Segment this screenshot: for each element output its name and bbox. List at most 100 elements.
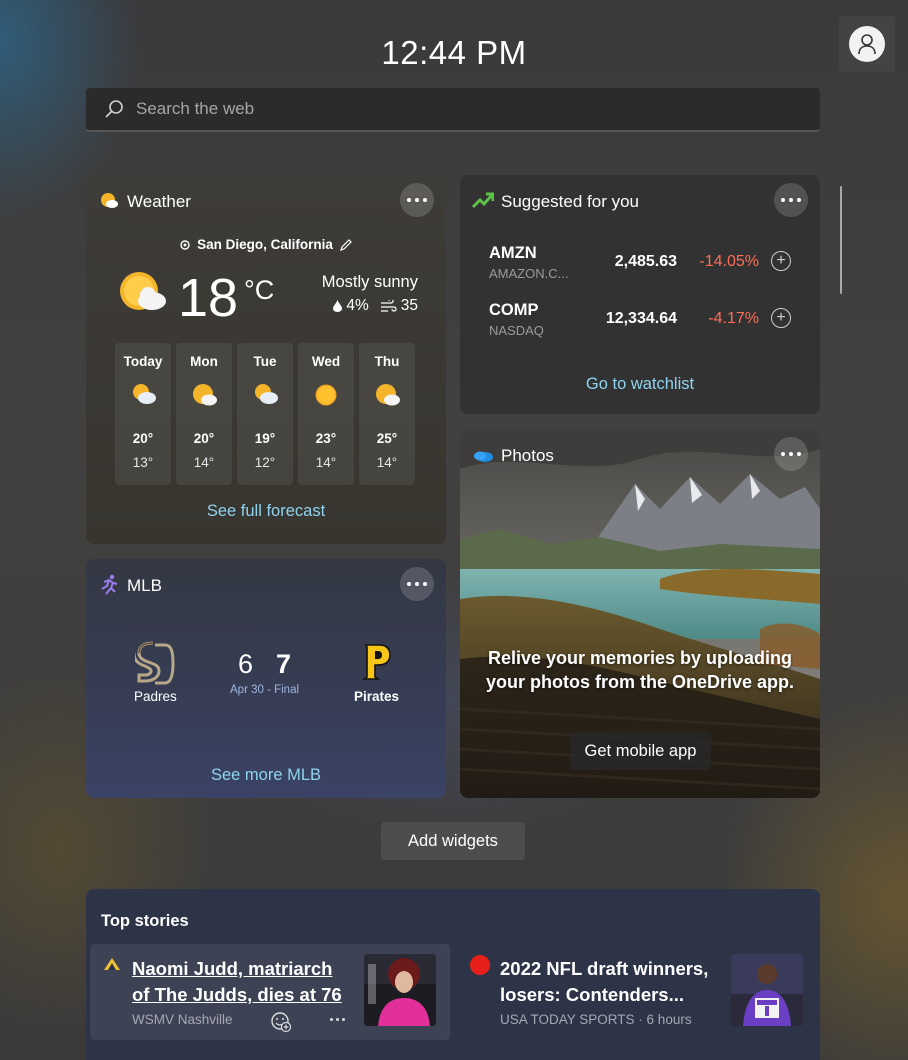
day-low: 12° <box>254 455 276 470</box>
search-icon <box>105 100 123 118</box>
mostly-sunny-icon <box>376 384 400 406</box>
stock-price: 2,485.63 <box>614 253 677 270</box>
story-image <box>364 954 436 1026</box>
day-high: 23° <box>315 431 337 446</box>
story-image <box>731 954 803 1026</box>
stock-change: -4.17% <box>708 310 759 327</box>
story-card[interactable]: Naomi Judd, matriarch of The Judds, dies… <box>90 944 450 1040</box>
story-thumbnail[interactable] <box>731 954 803 1026</box>
game-status: Apr 30 - Final <box>230 684 300 696</box>
partly-sunny-icon <box>133 384 156 404</box>
search-box[interactable]: Search the web <box>86 88 820 132</box>
forecast-day[interactable]: Mon 20° 14° <box>176 343 232 485</box>
stock-name: NASDAQ <box>489 323 544 338</box>
add-to-watchlist-icon[interactable]: + <box>771 251 791 271</box>
profile-button[interactable] <box>839 16 895 72</box>
story-card[interactable]: 2022 NFL draft winners, losers: Contende… <box>465 944 815 1040</box>
away-team-name: Pirates <box>354 689 400 704</box>
reaction-icon[interactable] <box>270 1011 292 1033</box>
day-high: 25° <box>376 431 398 446</box>
mlb-title: MLB <box>127 576 162 595</box>
pirates-logo-icon <box>362 644 391 680</box>
raindrop-icon <box>333 300 343 312</box>
day-low: 13° <box>132 455 154 470</box>
location-label: San Diego, California <box>197 237 333 252</box>
edit-icon[interactable] <box>339 238 353 252</box>
weather-widget-icon <box>101 193 118 208</box>
see-full-forecast-link[interactable]: See full forecast <box>86 502 446 521</box>
forecast-day[interactable]: Thu 25° 14° <box>359 343 415 485</box>
wind-icon <box>380 299 397 312</box>
add-widgets-button[interactable]: Add widgets <box>381 822 525 860</box>
stocks-title: Suggested for you <box>501 192 639 211</box>
story-headline[interactable]: Naomi Judd, matriarch of The Judds, dies… <box>132 956 352 1008</box>
trending-up-icon <box>472 192 494 209</box>
weather-title: Weather <box>127 192 191 211</box>
story-thumbnail[interactable] <box>364 954 436 1026</box>
home-score: 6 <box>238 649 254 679</box>
location-icon <box>180 239 190 250</box>
weather-stats: 4% 35 <box>333 297 418 315</box>
stocks-more-button[interactable] <box>774 183 808 217</box>
scrollbar[interactable] <box>840 186 842 294</box>
stock-price: 12,334.64 <box>605 310 677 327</box>
stock-change: -14.05% <box>699 253 759 270</box>
add-to-watchlist-icon[interactable]: + <box>771 308 791 328</box>
avatar <box>849 26 885 62</box>
day-low: 14° <box>315 455 337 470</box>
story-more-button[interactable] <box>330 1018 345 1021</box>
away-score: 7 <box>276 649 292 679</box>
day-name: Wed <box>311 354 341 369</box>
stock-symbol: AMZN <box>489 244 537 262</box>
partly-sunny-icon <box>255 384 278 404</box>
day-name: Today <box>123 354 163 369</box>
weather-condition: Mostly sunny <box>321 273 418 291</box>
get-mobile-app-button[interactable]: Get mobile app <box>570 732 711 770</box>
photos-more-button[interactable] <box>774 437 808 471</box>
weather-location[interactable]: San Diego, California <box>86 237 446 252</box>
home-team-name: Padres <box>134 689 177 704</box>
story-headline[interactable]: 2022 NFL draft winners, losers: Contende… <box>500 956 715 1008</box>
stock-row[interactable]: AMZN AMAZON.C... 2,485.63 -14.05% + <box>489 244 794 284</box>
day-high: 19° <box>254 431 276 446</box>
precipitation-value: 4% <box>346 297 369 314</box>
sunny-icon <box>315 384 337 406</box>
weather-more-button[interactable] <box>400 183 434 217</box>
stock-name: AMAZON.C... <box>489 266 569 281</box>
publisher-logo-icon <box>470 955 490 975</box>
clock-time: 12:44 PM <box>381 34 527 71</box>
forecast-day[interactable]: Today 20° 13° <box>115 343 171 485</box>
wind-value: 35 <box>400 297 418 314</box>
see-more-mlb-link[interactable]: See more MLB <box>86 766 446 785</box>
day-high: 20° <box>193 431 215 446</box>
day-name: Mon <box>190 354 218 369</box>
mostly-sunny-icon <box>120 272 166 310</box>
mlb-widget[interactable]: MLB Padres 6 7 Apr 30 - Final Pirates Se… <box>86 559 446 798</box>
publisher-logo-icon <box>104 958 120 970</box>
top-stories-title: Top stories <box>101 912 189 930</box>
search-input[interactable]: Search the web <box>136 99 254 119</box>
day-low: 14° <box>376 455 398 470</box>
padres-logo-icon <box>135 641 175 685</box>
running-icon <box>101 574 118 595</box>
day-high: 20° <box>132 431 154 446</box>
forecast-day[interactable]: Wed 23° 14° <box>298 343 354 485</box>
forecast-days: Today 20° 13° Mon 20° 14° Tue 19° 12° We… <box>115 343 415 485</box>
photos-message: Relive your memories by uploading your p… <box>485 648 795 692</box>
top-stories-section: Top stories Naomi Judd, matriarch of The… <box>86 889 820 1060</box>
story-source: USA TODAY SPORTS · 6 hours <box>500 1012 692 1027</box>
stock-row[interactable]: COMP NASDAQ 12,334.64 -4.17% + <box>489 301 794 341</box>
story-source: WSMV Nashville <box>132 1012 233 1027</box>
user-icon <box>858 34 876 55</box>
temperature-unit[interactable]: °C <box>244 275 274 306</box>
weather-widget[interactable]: Weather San Diego, California 18 °C Most… <box>86 175 446 544</box>
day-name: Thu <box>374 354 400 369</box>
stocks-widget[interactable]: Suggested for you AMZN AMAZON.C... 2,485… <box>460 175 820 414</box>
photos-title: Photos <box>501 446 554 465</box>
day-low: 14° <box>193 455 215 470</box>
day-name: Tue <box>253 354 277 369</box>
photos-widget[interactable]: Photos Relive your memories by uploading… <box>460 429 820 798</box>
go-to-watchlist-link[interactable]: Go to watchlist <box>460 375 820 394</box>
mlb-more-button[interactable] <box>400 567 434 601</box>
forecast-day[interactable]: Tue 19° 12° <box>237 343 293 485</box>
